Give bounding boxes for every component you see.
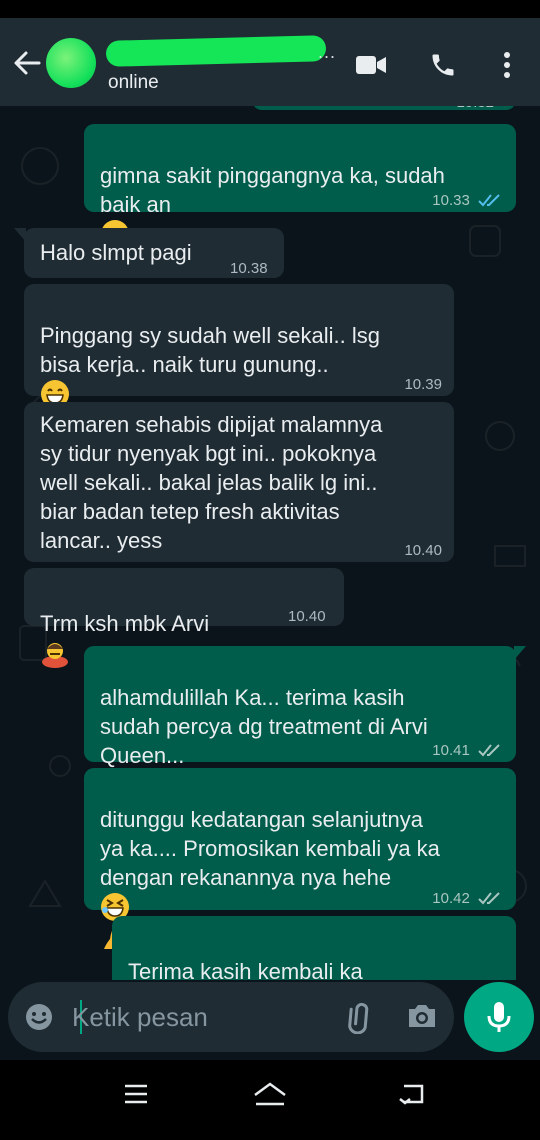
system-navigation-bar (0, 1060, 540, 1140)
message-text: gimna sakit pinggangnya ka, sudah baik a… (100, 163, 445, 217)
system-status-bar (0, 0, 540, 18)
phone-call-icon[interactable] (426, 48, 460, 82)
recent-apps-icon[interactable] (116, 1074, 156, 1114)
message-text: Kemaren sehabis dipijat malamnya sy tidu… (40, 412, 383, 553)
arrow-left-icon[interactable] (12, 48, 42, 78)
message-bubble-incoming[interactable]: Pinggang sy sudah well sekali.. lsg bisa… (24, 284, 454, 408)
delivered-receipt-icon (478, 892, 500, 905)
emoji-icon[interactable] (24, 1002, 54, 1032)
message-bubble-incoming[interactable]: Halo slmpt pagi 10.38 (14, 228, 284, 278)
message-bubble-outgoing[interactable]: gimna sakit pinggangnya ka, sudah baik a… (84, 124, 516, 248)
message-time: 10.42 (432, 890, 470, 907)
message-time: 10.40 (404, 542, 442, 559)
message-text: Pinggang sy sudah well sekali.. lsg bisa… (40, 323, 380, 377)
contact-name-redacted[interactable] (105, 35, 327, 67)
message-text: ditunggu kedatangan selanjutnya ya ka...… (100, 807, 440, 890)
message-bubble-incoming[interactable]: Kemaren sehabis dipijat malamnya sy tidu… (24, 402, 454, 562)
message-text: alhamdulillah Ka... terima kasih sudah p… (100, 685, 428, 768)
microphone-icon[interactable] (464, 982, 534, 1052)
contact-name-ellipsis: ... (318, 42, 337, 62)
message-time: 10.38 (230, 260, 268, 277)
paperclip-icon[interactable] (342, 1000, 376, 1035)
message-time: 10.32 (456, 106, 494, 117)
contact-status: online (108, 72, 159, 93)
chat-area[interactable]: 10.32 gimna sakit pinggangnya ka, sudah … (0, 106, 540, 980)
home-icon[interactable] (250, 1074, 290, 1114)
message-bubble-incoming[interactable]: Trm ksh mbk Arvi 10.40 (24, 568, 344, 668)
message-bubble-outgoing[interactable]: Terima kasih kembali ka (112, 916, 516, 980)
message-text: Terima kasih kembali ka (128, 959, 363, 980)
composer-field[interactable] (8, 982, 454, 1052)
contact-avatar[interactable] (46, 38, 96, 88)
message-bubble-outgoing[interactable]: alhamdulillah Ka... terima kasih sudah p… (84, 646, 526, 827)
read-receipt-icon (478, 194, 500, 207)
message-bubble-outgoing[interactable]: ditunggu kedatangan selanjutnya ya ka...… (84, 768, 516, 949)
video-call-icon[interactable] (354, 48, 388, 82)
message-time: 10.41 (432, 742, 470, 759)
message-text: Halo slmpt pagi (40, 240, 192, 265)
message-time: 10.39 (404, 376, 442, 393)
delivered-receipt-icon (478, 744, 500, 757)
message-composer (0, 980, 540, 1060)
message-bubble-outgoing[interactable]: 10.32 (252, 106, 516, 111)
message-text: Trm ksh mbk Arvi (40, 611, 210, 636)
message-time: 10.33 (432, 192, 470, 209)
back-nav-icon[interactable] (392, 1074, 432, 1114)
message-time: 10.40 (288, 608, 326, 625)
chat-header: ... online (0, 18, 540, 106)
camera-icon[interactable] (406, 1002, 440, 1032)
person-bowing-icon (42, 643, 68, 668)
message-input[interactable] (72, 1000, 322, 1034)
more-vert-icon[interactable] (490, 48, 524, 82)
